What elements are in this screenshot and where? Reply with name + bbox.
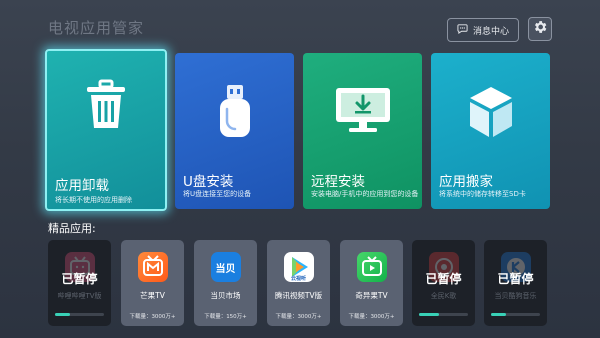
tile-usb-install[interactable]: U盘安装 将U盘连接至您的设备: [175, 53, 294, 209]
paused-status: 已暂停: [497, 272, 534, 286]
download-progress-bar: [491, 313, 540, 316]
settings-button[interactable]: [528, 17, 552, 41]
tile-description: 将系统中的储存转移至SD卡: [439, 190, 526, 198]
tile-description: 安装电脑/手机中的应用到您的设备: [311, 190, 419, 198]
download-count: 下载量：150万+: [204, 314, 247, 320]
app-name: 腾讯视频TV版: [274, 291, 323, 300]
dangbei-icon: 当贝: [210, 252, 241, 282]
tile-uninstall[interactable]: 应用卸载 将长期不使用的应用删除: [45, 49, 167, 211]
paused-status: 已暂停: [61, 272, 98, 286]
app-card-dangbei-market[interactable]: 当贝 当贝市场 下载量：150万+: [194, 240, 257, 326]
mango-tv-icon: [137, 252, 168, 282]
tile-label: 远程安装: [311, 174, 365, 190]
app-card-mango-tv[interactable]: 芒果TV 下载量：3000万+: [121, 240, 184, 326]
download-count: 下载量：3000万+: [129, 314, 176, 320]
tile-label: 应用卸载: [55, 178, 109, 194]
app-card-kiwi-tv[interactable]: 奇异果TV 下载量：3000万+: [340, 240, 403, 326]
tile-description: 将U盘连接至您的设备: [183, 190, 252, 198]
usb-drive-icon: [217, 83, 253, 143]
app-name: 当贝酷狗音乐: [494, 292, 537, 300]
message-center-button[interactable]: 消息中心: [447, 18, 519, 42]
app-name: 全民K歌: [430, 292, 457, 300]
message-icon: [457, 23, 468, 37]
monitor-download-icon: [333, 86, 393, 138]
paused-status: 已暂停: [425, 272, 462, 286]
download-progress-bar: [55, 313, 104, 316]
download-progress-bar: [419, 313, 468, 316]
download-count: 下载量：3000万+: [348, 314, 395, 320]
download-count: 下载量：3000万+: [275, 314, 322, 320]
tile-remote-install[interactable]: 远程安装 安装电脑/手机中的应用到您的设备: [303, 53, 422, 209]
tile-app-move[interactable]: 应用搬家 将系统中的储存转移至SD卡: [431, 53, 550, 209]
app-name: 当贝市场: [210, 291, 241, 300]
app-card-tencent-video[interactable]: 云视听 腾讯视频TV版 下载量：3000万+: [267, 240, 330, 326]
app-name: 芒果TV: [140, 291, 165, 300]
app-name: 哔哩哔哩TV版: [57, 292, 102, 300]
app-card-karaoke[interactable]: 已暂停 全民K歌: [412, 240, 475, 326]
box-icon: [467, 85, 515, 143]
tile-description: 将长期不使用的应用删除: [55, 196, 132, 204]
app-card-bilibili[interactable]: 已暂停 哔哩哔哩TV版: [48, 240, 111, 326]
message-center-label: 消息中心: [472, 26, 509, 37]
featured-apps-heading: 精品应用:: [48, 222, 96, 235]
tile-label: 应用搬家: [439, 174, 493, 190]
tile-label: U盘安装: [183, 174, 234, 190]
kiwi-tv-icon: [356, 252, 387, 282]
tencent-icon-caption: 云视听: [290, 276, 306, 282]
app-card-kugou-music[interactable]: 已暂停 当贝酷狗音乐: [484, 240, 547, 326]
trash-icon: [85, 79, 127, 135]
app-name: 奇异果TV: [355, 291, 388, 300]
app-title: 电视应用管家: [48, 19, 145, 37]
gear-icon: [532, 19, 548, 39]
